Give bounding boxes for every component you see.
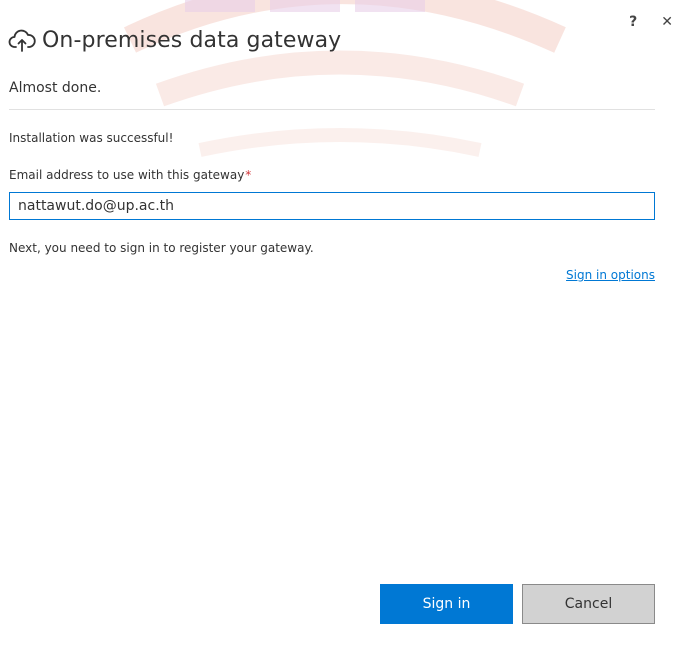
next-step-text: Next, you need to sign in to register yo…	[9, 241, 314, 255]
installation-status: Installation was successful!	[9, 131, 174, 145]
email-field[interactable]	[9, 192, 655, 220]
email-label-text: Email address to use with this gateway	[9, 168, 245, 182]
help-button[interactable]: ?	[629, 14, 637, 30]
dialog-header: On-premises data gateway	[8, 26, 341, 54]
page-title: On-premises data gateway	[42, 27, 342, 53]
email-label: Email address to use with this gateway*	[9, 168, 251, 182]
divider	[9, 109, 655, 110]
page-subtitle: Almost done.	[9, 80, 102, 96]
title-bar-buttons: ? ✕	[629, 14, 673, 30]
cloud-upload-icon	[8, 29, 36, 52]
sign-in-options-link[interactable]: Sign in options	[566, 268, 655, 282]
sign-in-button[interactable]: Sign in	[380, 584, 513, 624]
close-button[interactable]: ✕	[661, 14, 673, 30]
cancel-button[interactable]: Cancel	[522, 584, 655, 624]
required-marker: *	[245, 168, 252, 182]
